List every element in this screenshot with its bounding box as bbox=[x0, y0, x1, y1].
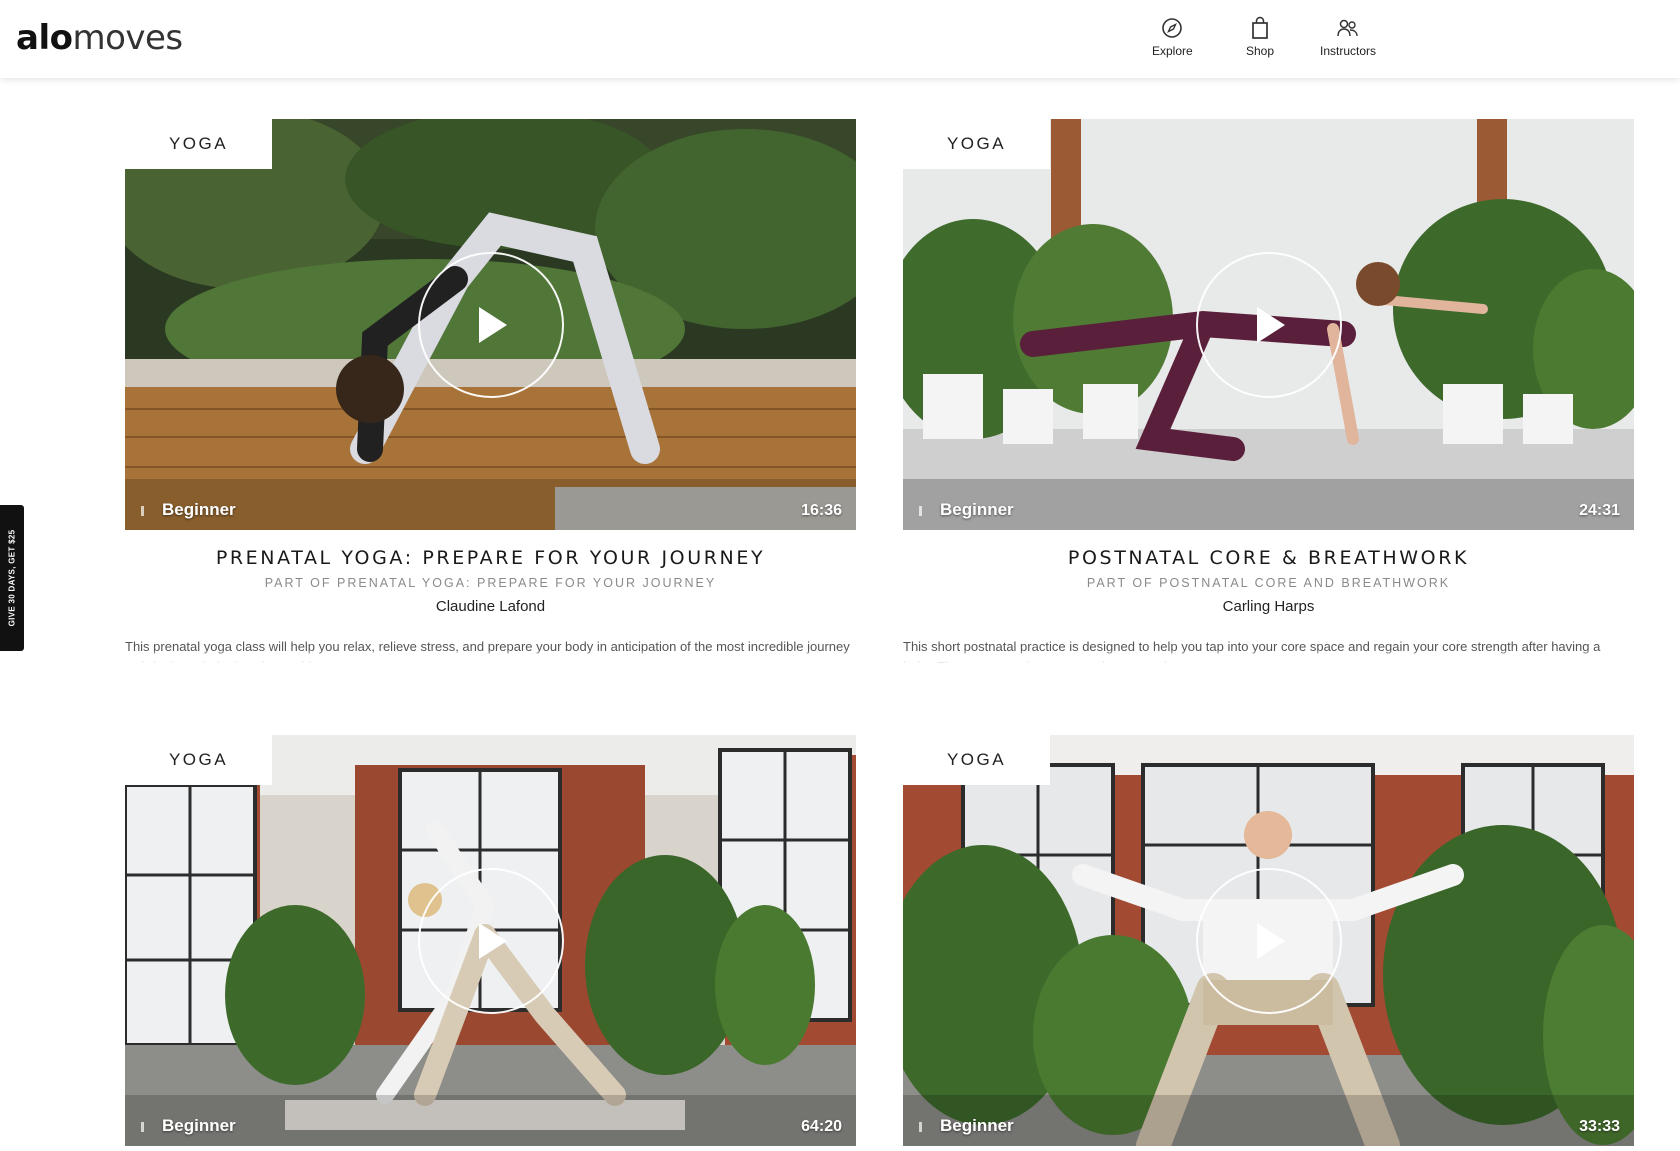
class-description: This prenatal yoga class will help you r… bbox=[125, 637, 856, 663]
alo-moves-logo[interactable]: alomoves bbox=[16, 18, 183, 58]
nav-instructors-label: Instructors bbox=[1320, 44, 1377, 58]
duration-label: 24:31 bbox=[1579, 502, 1620, 519]
top-nav-bar: alomoves Explore Shop Instructors bbox=[0, 0, 1680, 78]
duration-label: 64:20 bbox=[801, 1118, 842, 1135]
class-card: YOGA Beginner 24:31 POSTNATAL CORE & BRE… bbox=[903, 119, 1634, 663]
play-button[interactable] bbox=[1196, 252, 1342, 398]
instructor-name[interactable]: Claudine Lafond bbox=[125, 598, 856, 615]
shopping-bag-icon bbox=[1252, 16, 1268, 39]
nav-explore[interactable]: Explore bbox=[1152, 16, 1193, 58]
play-icon bbox=[479, 923, 507, 959]
level-label: Beginner bbox=[940, 500, 1014, 519]
play-button[interactable] bbox=[418, 868, 564, 1014]
duration-label: 33:33 bbox=[1579, 1118, 1620, 1135]
level-indicator-icon bbox=[141, 506, 144, 516]
level-label: Beginner bbox=[940, 1116, 1014, 1135]
nav-explore-label: Explore bbox=[1152, 44, 1193, 58]
logo-light-text: moves bbox=[72, 18, 183, 58]
class-thumbnail[interactable]: YOGA Beginner 33:33 bbox=[903, 735, 1634, 1146]
level-indicator-icon bbox=[919, 1122, 922, 1132]
class-thumbnail[interactable]: YOGA Beginner 16:36 bbox=[125, 119, 856, 530]
category-tag: YOGA bbox=[903, 735, 1050, 785]
play-button[interactable] bbox=[418, 252, 564, 398]
referral-side-tab[interactable]: GIVE 30 DAYS, GET $25 bbox=[0, 505, 24, 651]
series-name: PART OF PRENATAL YOGA: PREPARE FOR YOUR … bbox=[264, 576, 717, 590]
category-tag: YOGA bbox=[125, 735, 272, 785]
category-tag: YOGA bbox=[903, 119, 1050, 169]
class-card: YOGA Beginner 16:36 PRENATAL YOGA: PREPA… bbox=[125, 119, 856, 663]
compass-icon bbox=[1162, 18, 1183, 38]
class-thumbnail[interactable]: YOGA Beginner 24:31 bbox=[903, 119, 1634, 530]
class-title[interactable]: POSTNATAL CORE & BREATHWORK bbox=[963, 545, 1574, 572]
level-indicator-icon bbox=[919, 506, 922, 516]
class-card: YOGA Beginner 33:33 bbox=[903, 735, 1634, 1146]
category-tag: YOGA bbox=[125, 119, 272, 169]
level-label: Beginner bbox=[162, 1116, 236, 1135]
level-indicator-icon bbox=[141, 1122, 144, 1132]
play-icon bbox=[1257, 923, 1285, 959]
play-button[interactable] bbox=[1196, 868, 1342, 1014]
nav-shop[interactable]: Shop bbox=[1246, 16, 1274, 58]
class-thumbnail[interactable]: YOGA Beginner 64:20 bbox=[125, 735, 856, 1146]
class-description: This short postnatal practice is designe… bbox=[903, 637, 1634, 663]
play-icon bbox=[479, 307, 507, 343]
referral-tab-label: GIVE 30 DAYS, GET $25 bbox=[7, 529, 17, 627]
logo-bold-text: alo bbox=[16, 18, 73, 58]
level-label: Beginner bbox=[162, 500, 236, 519]
nav-shop-label: Shop bbox=[1246, 44, 1275, 58]
play-icon bbox=[1257, 307, 1285, 343]
class-title[interactable]: PRENATAL YOGA: PREPARE FOR YOUR JOURNEY bbox=[185, 545, 796, 572]
instructor-name[interactable]: Carling Harps bbox=[903, 598, 1634, 615]
class-card: YOGA Beginner 64:20 bbox=[125, 735, 856, 1146]
duration-label: 16:36 bbox=[801, 502, 842, 519]
nav-instructors[interactable]: Instructors bbox=[1320, 16, 1376, 58]
series-name: PART OF POSTNATAL CORE AND BREATHWORK bbox=[1086, 576, 1451, 590]
people-icon bbox=[1337, 19, 1358, 37]
